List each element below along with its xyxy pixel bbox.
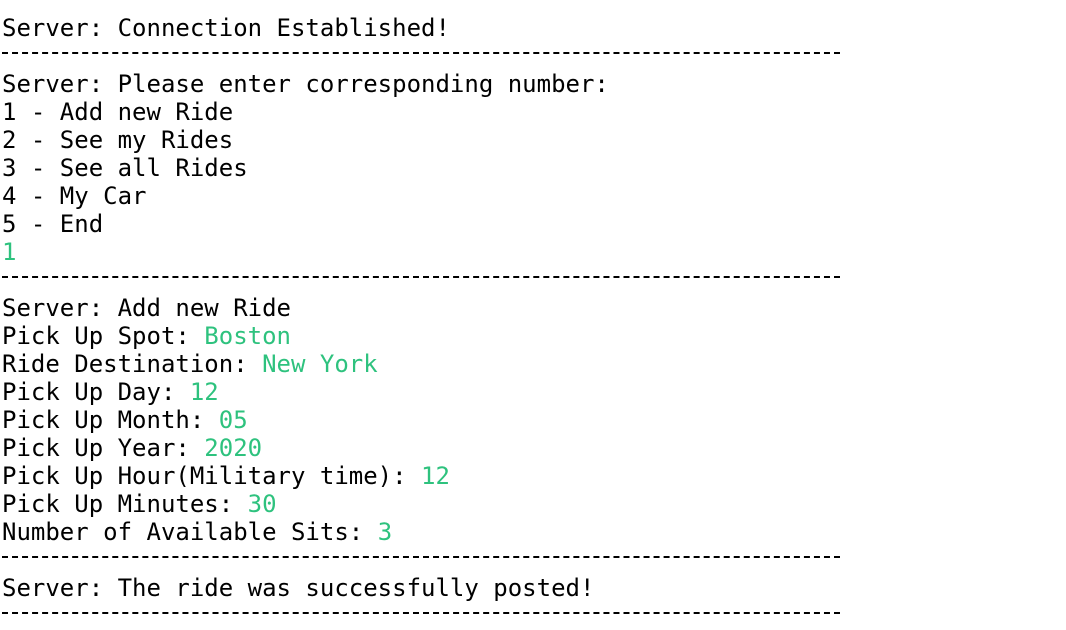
field-destination: Ride Destination: New York	[0, 350, 1066, 378]
success-message: Server: The ride was successfully posted…	[2, 574, 595, 602]
field-label: Pick Up Minutes:	[2, 490, 248, 518]
menu-item: 5 - End	[2, 210, 104, 238]
field-pickup-day: Pick Up Day: 12	[0, 378, 1066, 406]
field-label: Pick Up Year:	[2, 434, 205, 462]
field-pickup-spot: Pick Up Spot: Boston	[0, 322, 1066, 350]
connection-message: Server: Connection Established!	[2, 14, 450, 42]
field-pickup-month: Pick Up Month: 05	[0, 406, 1066, 434]
terminal-output: Server: Connection Established! Server: …	[0, 0, 1066, 624]
field-value: 30	[247, 490, 277, 518]
separator-line	[0, 266, 1066, 294]
field-value: Boston	[204, 322, 291, 350]
field-label: Pick Up Hour(Military time):	[2, 462, 422, 490]
field-label: Pick Up Day:	[2, 378, 190, 406]
menu-item: 1 - Add new Ride	[2, 98, 234, 126]
separator-line	[0, 602, 1066, 630]
field-available-seats: Number of Available Sits: 3	[0, 518, 1066, 546]
menu-choice-input: 1	[2, 238, 17, 266]
field-value: 3	[377, 518, 393, 546]
field-pickup-minutes: Pick Up Minutes: 30	[0, 490, 1066, 518]
add-ride-header: Server: Add new Ride	[2, 294, 291, 322]
field-pickup-year: Pick Up Year: 2020	[0, 434, 1066, 462]
field-label: Ride Destination:	[2, 350, 263, 378]
menu-prompt: Server: Please enter corresponding numbe…	[2, 70, 609, 98]
separator-line	[0, 42, 1066, 70]
separator-line	[0, 546, 1066, 574]
menu-item: 2 - See my Rides	[2, 126, 234, 154]
field-label: Pick Up Month:	[2, 406, 219, 434]
menu-item: 4 - My Car	[2, 182, 147, 210]
field-value: 2020	[204, 434, 263, 462]
field-value: 12	[189, 378, 219, 406]
separator-line	[0, 0, 1066, 14]
field-pickup-hour: Pick Up Hour(Military time): 12	[0, 462, 1066, 490]
field-value: New York	[262, 350, 378, 378]
field-label: Pick Up Spot:	[2, 322, 205, 350]
field-value: 05	[218, 406, 248, 434]
field-label: Number of Available Sits:	[2, 518, 378, 546]
field-value: 12	[421, 462, 450, 490]
menu-item: 3 - See all Rides	[2, 154, 248, 182]
